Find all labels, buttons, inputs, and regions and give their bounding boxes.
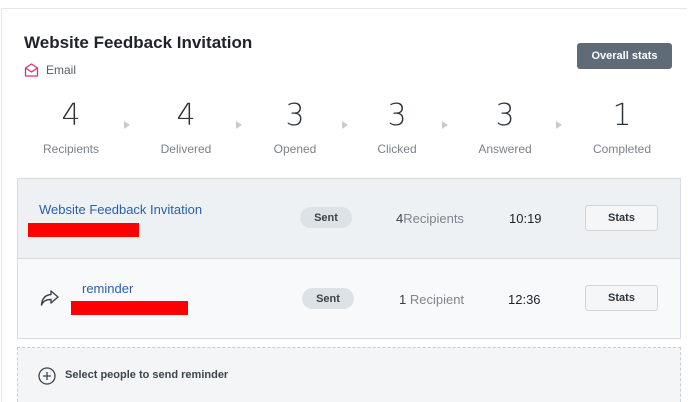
overall-stats-button[interactable]: Overall stats <box>577 43 672 69</box>
funnel-stats: 4 Recipients 4 Delivered 3 Opened 3 Clic… <box>0 96 688 166</box>
stats-button[interactable]: Stats <box>585 285 658 311</box>
message-row: Website Feedback Invitation Sent 4Recipi… <box>17 178 681 259</box>
send-reminder-label: Select people to send reminder <box>65 369 229 381</box>
funnel-step-recipients: 4 Recipients <box>21 96 121 156</box>
chevron-right-icon <box>236 121 242 129</box>
recipient-count-value: 1 <box>399 292 407 307</box>
funnel-value: 3 <box>285 98 305 133</box>
channel-indicator: Email <box>24 62 76 78</box>
funnel-value: 1 <box>612 98 632 133</box>
stats-button[interactable]: Stats <box>585 205 658 231</box>
chevron-right-icon <box>556 121 562 129</box>
message-row: reminder Sent 1 Recipient 12:36 Stats <box>17 259 681 339</box>
redaction-bar <box>71 301 188 315</box>
email-icon <box>24 63 39 77</box>
funnel-label: Delivered <box>160 142 212 156</box>
funnel-step-answered: 3 Answered <box>455 96 555 156</box>
status-badge: Sent <box>302 288 354 309</box>
chevron-right-icon <box>442 121 448 129</box>
recipient-count: 4Recipients <box>396 211 464 226</box>
funnel-step-completed: 1 Completed <box>572 96 672 156</box>
add-circle-icon <box>38 367 56 385</box>
message-title-link[interactable]: Website Feedback Invitation <box>39 202 202 217</box>
recipient-count: 1 Recipient <box>399 292 464 307</box>
funnel-label: Clicked <box>377 142 417 156</box>
funnel-step-clicked: 3 Clicked <box>347 96 447 156</box>
recipient-count-label: Recipients <box>403 211 464 226</box>
forward-arrow-icon <box>40 290 59 306</box>
recipient-count-label: Recipient <box>409 292 465 307</box>
sent-time: 10:19 <box>509 211 542 226</box>
funnel-label: Answered <box>478 142 532 156</box>
channel-label: Email <box>46 63 77 77</box>
status-badge: Sent <box>300 207 352 228</box>
funnel-label: Opened <box>273 142 317 156</box>
chevron-right-icon <box>124 121 130 129</box>
sent-time: 12:36 <box>508 292 541 307</box>
redaction-bar <box>28 223 139 237</box>
message-title-link[interactable]: reminder <box>82 281 133 296</box>
funnel-value: 3 <box>387 98 407 133</box>
funnel-step-opened: 3 Opened <box>245 96 345 156</box>
funnel-value: 4 <box>176 98 196 133</box>
funnel-value: 3 <box>495 98 515 133</box>
funnel-step-delivered: 4 Delivered <box>136 96 236 156</box>
funnel-label: Recipients <box>42 142 100 156</box>
campaign-title: Website Feedback Invitation <box>24 33 253 52</box>
funnel-value: 4 <box>61 98 81 133</box>
send-reminder-row[interactable]: Select people to send reminder <box>17 347 681 402</box>
funnel-label: Completed <box>592 142 652 156</box>
